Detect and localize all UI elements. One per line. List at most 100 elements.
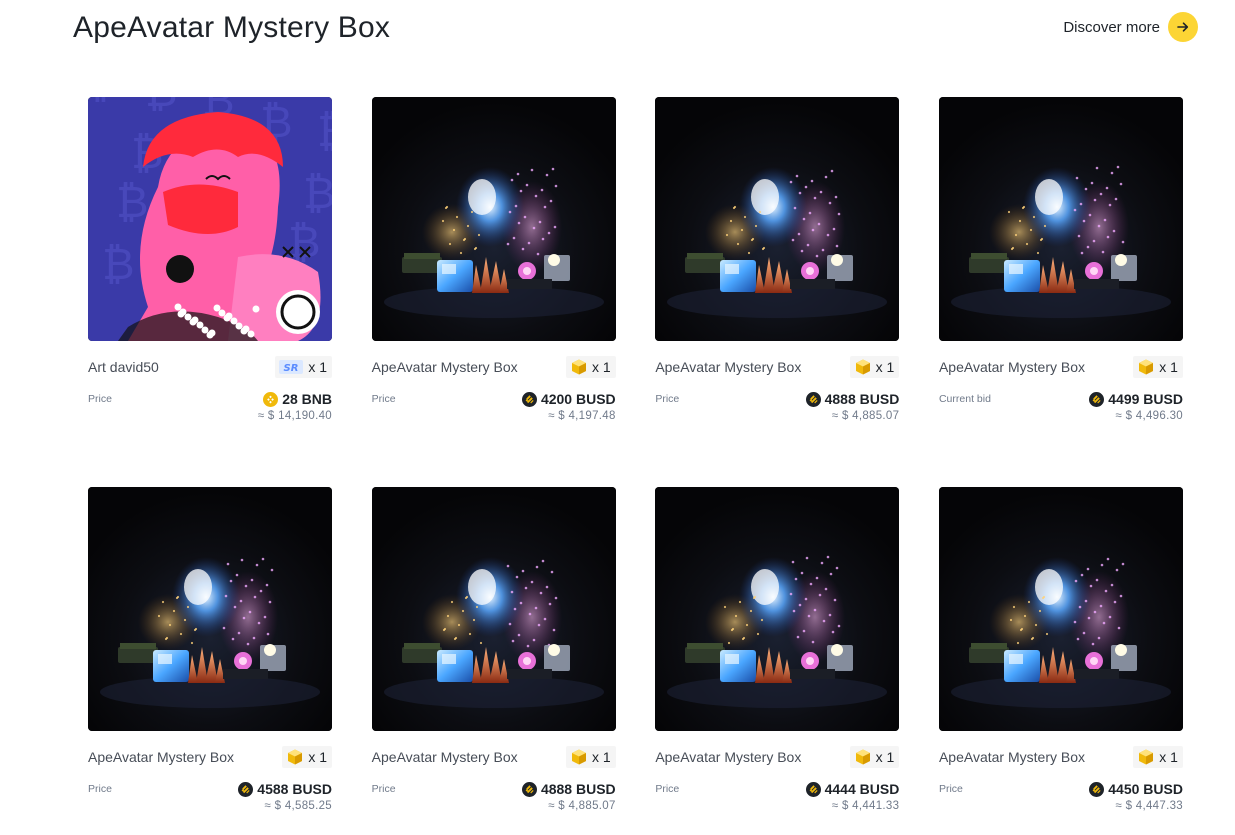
card-name-row: ApeAvatar Mystery Box x 1 bbox=[939, 745, 1183, 769]
svg-text:₿: ₿ bbox=[116, 177, 149, 228]
price-amount: 4888 BUSD bbox=[540, 781, 616, 797]
price-row: Price 4200 BUSD bbox=[372, 389, 616, 409]
price-amount: 4450 BUSD bbox=[1108, 781, 1183, 797]
mystery-box-icon bbox=[1139, 749, 1154, 765]
art-david-image[interactable]: ₿₿₿₿₿₿₿₿₿₿₿₿₿₿₿₿₿₿ bbox=[88, 97, 332, 341]
quantity-badge: x 1 bbox=[282, 746, 332, 768]
svg-text:₿: ₿ bbox=[331, 288, 332, 339]
card-name-row: ApeAvatar Mystery Box x 1 bbox=[655, 355, 900, 379]
price-label: Price bbox=[88, 393, 112, 405]
nft-name: ApeAvatar Mystery Box bbox=[938, 359, 1085, 375]
mystery-box-icon bbox=[571, 749, 586, 765]
discover-more-link[interactable]: Discover more bbox=[1063, 12, 1198, 42]
svg-text:₿: ₿ bbox=[88, 97, 121, 108]
usd-estimate: ≈ $ 4,197.48 bbox=[548, 410, 616, 422]
mystery-box-image[interactable] bbox=[938, 97, 1183, 341]
busd-coin-icon bbox=[805, 781, 821, 797]
mystery-box-icon bbox=[571, 359, 586, 375]
arrow-right-icon[interactable] bbox=[1168, 12, 1198, 42]
busd-coin-icon bbox=[521, 391, 537, 407]
quantity-text: x 1 bbox=[1159, 359, 1178, 375]
quantity-text: x 1 bbox=[308, 359, 327, 375]
price-amount: 4444 BUSD bbox=[824, 781, 900, 797]
mystery-box-icon bbox=[855, 749, 870, 765]
price-amount: 4888 BUSD bbox=[824, 391, 900, 407]
price-label: Price bbox=[655, 393, 680, 405]
price-value: 4588 BUSD bbox=[238, 781, 332, 797]
nft-name: ApeAvatar Mystery Box bbox=[655, 359, 802, 375]
discover-more-label: Discover more bbox=[1063, 18, 1160, 36]
quantity-badge: SR x 1 bbox=[275, 356, 332, 378]
price-row: Price 4888 BUSD bbox=[372, 779, 616, 799]
busd-coin-icon bbox=[1089, 391, 1105, 407]
section-header: ApeAvatar Mystery Box Discover more bbox=[73, 10, 1198, 50]
quantity-badge: x 1 bbox=[1133, 746, 1183, 768]
price-row: Price 4450 BUSD bbox=[939, 779, 1183, 799]
mystery-box-image[interactable] bbox=[371, 97, 616, 341]
price-label: Price bbox=[88, 783, 112, 795]
quantity-text: x 1 bbox=[591, 359, 611, 375]
quantity-badge: x 1 bbox=[565, 746, 616, 768]
mystery-box-image[interactable] bbox=[655, 97, 900, 341]
mystery-box-icon bbox=[1139, 359, 1154, 375]
usd-estimate: ≈ $ 4,585.25 bbox=[264, 800, 332, 812]
quantity-text: x 1 bbox=[875, 749, 895, 765]
price-label: Current bid bbox=[938, 393, 991, 405]
price-value: 28 BNB bbox=[263, 391, 332, 407]
quantity-badge: x 1 bbox=[565, 356, 616, 378]
nft-name: ApeAvatar Mystery Box bbox=[371, 749, 518, 765]
mystery-box-image[interactable] bbox=[88, 487, 332, 731]
svg-text:₿: ₿ bbox=[145, 97, 178, 117]
price-value: 4450 BUSD bbox=[1089, 781, 1183, 797]
busd-coin-icon bbox=[238, 781, 254, 797]
nft-name: ApeAvatar Mystery Box bbox=[655, 749, 802, 765]
price-row: Price 28 BNB bbox=[88, 389, 332, 409]
card-name-row: ApeAvatar Mystery Box x 1 bbox=[939, 355, 1183, 379]
usd-estimate: ≈ $ 4,441.33 bbox=[831, 800, 900, 812]
usd-estimate: ≈ $ 4,885.07 bbox=[831, 410, 900, 422]
mystery-box-image[interactable] bbox=[938, 487, 1183, 731]
price-amount: 4200 BUSD bbox=[540, 391, 616, 407]
price-value: 4499 BUSD bbox=[1089, 391, 1183, 407]
price-value: 4888 BUSD bbox=[521, 781, 616, 797]
quantity-badge: x 1 bbox=[849, 746, 900, 768]
mystery-box-icon bbox=[855, 359, 870, 375]
usd-estimate: ≈ $ 14,190.40 bbox=[257, 410, 332, 422]
usd-estimate: ≈ $ 4,447.33 bbox=[1115, 800, 1183, 812]
card-name-row: ApeAvatar Mystery Box x 1 bbox=[372, 355, 616, 379]
svg-text:₿: ₿ bbox=[303, 168, 332, 219]
mystery-box-image[interactable] bbox=[371, 487, 616, 731]
price-value: 4200 BUSD bbox=[521, 391, 616, 407]
price-label: Price bbox=[938, 783, 963, 795]
price-amount: 28 BNB bbox=[282, 391, 332, 407]
svg-text:SR: SR bbox=[284, 363, 299, 374]
busd-coin-icon bbox=[521, 781, 537, 797]
quantity-text: x 1 bbox=[1159, 749, 1178, 765]
price-amount: 4588 BUSD bbox=[257, 781, 332, 797]
card-name-row: Art david50 SR x 1 bbox=[88, 355, 332, 379]
price-row: Price 4444 BUSD bbox=[655, 779, 899, 799]
price-row: Price 4588 BUSD bbox=[88, 779, 332, 799]
nft-card-grid: ₿₿₿₿₿₿₿₿₿₿₿₿₿₿₿₿₿₿ Art david50 SR x 1 Pr… bbox=[88, 97, 1183, 812]
card-name-row: ApeAvatar Mystery Box x 1 bbox=[88, 745, 332, 769]
price-label: Price bbox=[371, 393, 396, 405]
nft-name: Art david50 bbox=[88, 359, 159, 375]
svg-text:₿: ₿ bbox=[317, 106, 332, 157]
price-label: Price bbox=[655, 783, 680, 795]
quantity-badge: x 1 bbox=[849, 356, 900, 378]
quantity-text: x 1 bbox=[875, 359, 895, 375]
price-row: Price 4888 BUSD bbox=[655, 389, 899, 409]
usd-estimate: ≈ $ 4,885.07 bbox=[548, 800, 616, 812]
nft-name: ApeAvatar Mystery Box bbox=[88, 749, 235, 765]
busd-coin-icon bbox=[805, 391, 821, 407]
quantity-text: x 1 bbox=[591, 749, 611, 765]
sr-icon: SR bbox=[279, 360, 304, 374]
mystery-box-image[interactable] bbox=[655, 487, 900, 731]
price-label: Price bbox=[371, 783, 396, 795]
price-value: 4444 BUSD bbox=[805, 781, 900, 797]
busd-coin-icon bbox=[1089, 781, 1105, 797]
card-name-row: ApeAvatar Mystery Box x 1 bbox=[372, 745, 616, 769]
nft-name: ApeAvatar Mystery Box bbox=[938, 749, 1085, 765]
nft-name: ApeAvatar Mystery Box bbox=[371, 359, 518, 375]
usd-estimate: ≈ $ 4,496.30 bbox=[1115, 410, 1183, 422]
